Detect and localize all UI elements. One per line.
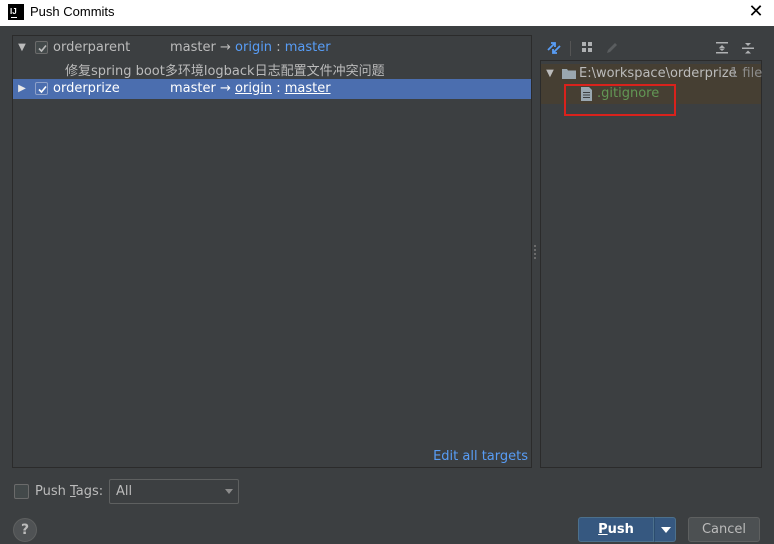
repo-row-orderprize[interactable]: ▶ orderprize master → origin : master [13, 79, 531, 99]
window-title: Push Commits [30, 4, 115, 19]
arrow-glyph: → [219, 81, 231, 96]
remote-link[interactable]: origin [235, 40, 272, 55]
collapse-all-icon[interactable] [739, 39, 757, 57]
repo-name: orderparent [53, 40, 131, 55]
repo-name: orderprize [53, 81, 120, 96]
title-bar: IJ Push Commits ✕ [0, 0, 774, 26]
panel-splitter[interactable] [534, 245, 537, 261]
push-button[interactable]: Push [578, 517, 654, 542]
repo-checkbox[interactable] [35, 41, 48, 54]
repo-checkbox[interactable] [35, 82, 48, 95]
arrow-glyph: → [219, 40, 231, 55]
push-tags-label: Push Tags: [35, 484, 104, 499]
directory-path: E:\workspace\orderprize [579, 66, 737, 81]
target-separator: : [276, 40, 281, 55]
push-options-dropdown[interactable] [654, 517, 676, 542]
local-branch: master [170, 40, 216, 55]
tags-dropdown-value: All [116, 484, 133, 499]
repo-row-orderparent[interactable]: ▼ orderparent master → origin : master [13, 38, 531, 58]
folder-icon [562, 69, 576, 79]
help-button[interactable]: ? [13, 518, 37, 542]
commit-row[interactable]: 修复spring boot多环境logback日志配置文件冲突问题 [13, 58, 531, 79]
chevron-down-icon [225, 489, 233, 494]
collapsed-triangle-icon[interactable]: ▶ [16, 82, 28, 96]
remote-link[interactable]: origin [235, 81, 272, 96]
intellij-logo-icon: IJ [8, 4, 24, 20]
toolbar-separator [570, 41, 571, 56]
push-target: master → origin : master [170, 40, 331, 55]
directory-row[interactable]: ▼ E:\workspace\orderprize 1 file [541, 64, 763, 84]
changed-files-panel: ▼ E:\workspace\orderprize 1 file .gitign… [540, 60, 762, 468]
edit-all-targets-link[interactable]: Edit all targets [433, 449, 528, 464]
expand-all-icon[interactable] [713, 39, 731, 57]
edit-icon[interactable] [603, 39, 621, 57]
remote-branch-link[interactable]: master [285, 40, 331, 55]
target-separator: : [276, 81, 281, 96]
remote-branch-link[interactable]: master [285, 81, 331, 96]
expanded-triangle-icon[interactable]: ▼ [16, 41, 28, 55]
push-target: master → origin : master [170, 81, 331, 96]
commit-message: 修复spring boot多环境logback日志配置文件冲突问题 [65, 64, 385, 79]
highlight-annotation-box [564, 84, 676, 116]
push-tags-checkbox[interactable] [14, 484, 29, 499]
group-by-icon[interactable] [579, 39, 597, 57]
cancel-button[interactable]: Cancel [688, 517, 760, 542]
file-count: 1 file [730, 66, 763, 81]
local-branch: master [170, 81, 216, 96]
expanded-triangle-icon[interactable]: ▼ [544, 67, 556, 81]
diff-icon[interactable] [545, 39, 563, 57]
close-icon[interactable]: ✕ [746, 1, 766, 23]
commits-tree-panel: ▼ orderparent master → origin : master 修… [12, 35, 532, 468]
files-toolbar [540, 36, 762, 60]
tags-dropdown[interactable]: All [109, 479, 239, 504]
